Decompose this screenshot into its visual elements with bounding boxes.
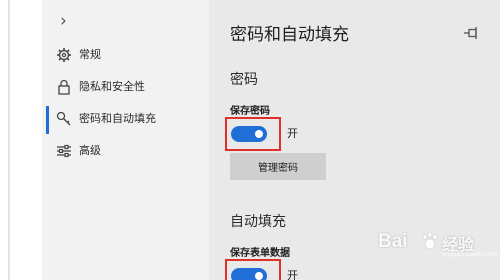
lock-icon (58, 79, 70, 95)
save-form-data-state: 开 (287, 269, 298, 280)
manage-passwords-button[interactable]: 管理密码 (230, 153, 326, 180)
sidebar-item-advanced[interactable]: 高级 (42, 136, 209, 166)
sidebar-item-label: 常规 (79, 48, 101, 61)
paw-icon (422, 231, 438, 250)
active-indicator (46, 106, 49, 134)
sidebar-item-privacy[interactable]: 隐私和安全性 (42, 72, 209, 102)
sidebar-item-label: 高级 (79, 144, 101, 157)
watermark-brand: Bai (378, 231, 408, 252)
save-passwords-state: 开 (287, 127, 298, 140)
toggle-knob (255, 272, 263, 280)
watermark-url: jingyan.baidu.com (442, 251, 498, 258)
highlight-box (225, 259, 281, 280)
sidebar-item-passwords-autofill[interactable]: 密码和自动填充 (42, 104, 209, 134)
highlight-box (225, 117, 281, 151)
pin-icon[interactable] (463, 26, 481, 40)
gear-icon (57, 48, 71, 62)
sidebar-item-label: 密码和自动填充 (79, 112, 156, 125)
sidebar-item-label: 隐私和安全性 (79, 80, 145, 93)
save-passwords-toggle[interactable] (231, 126, 267, 142)
window-edge (0, 0, 42, 280)
sliders-icon (57, 144, 71, 158)
settings-sidebar: › 常规 隐私和安全性 密码和自动填充 高级 (42, 0, 209, 280)
chevron-right-icon[interactable]: › (60, 11, 67, 31)
toggle-knob (255, 130, 263, 138)
autofill-heading: 自动填充 (230, 214, 286, 230)
key-icon (56, 111, 71, 126)
baidu-jingyan-watermark: Bai 经验 jingyan.baidu.com (378, 225, 498, 265)
window-divider (8, 0, 10, 280)
passwords-heading: 密码 (230, 72, 258, 88)
sidebar-item-general[interactable]: 常规 (42, 40, 209, 70)
save-form-data-toggle[interactable] (231, 268, 267, 280)
page-title: 密码和自动填充 (230, 25, 349, 45)
